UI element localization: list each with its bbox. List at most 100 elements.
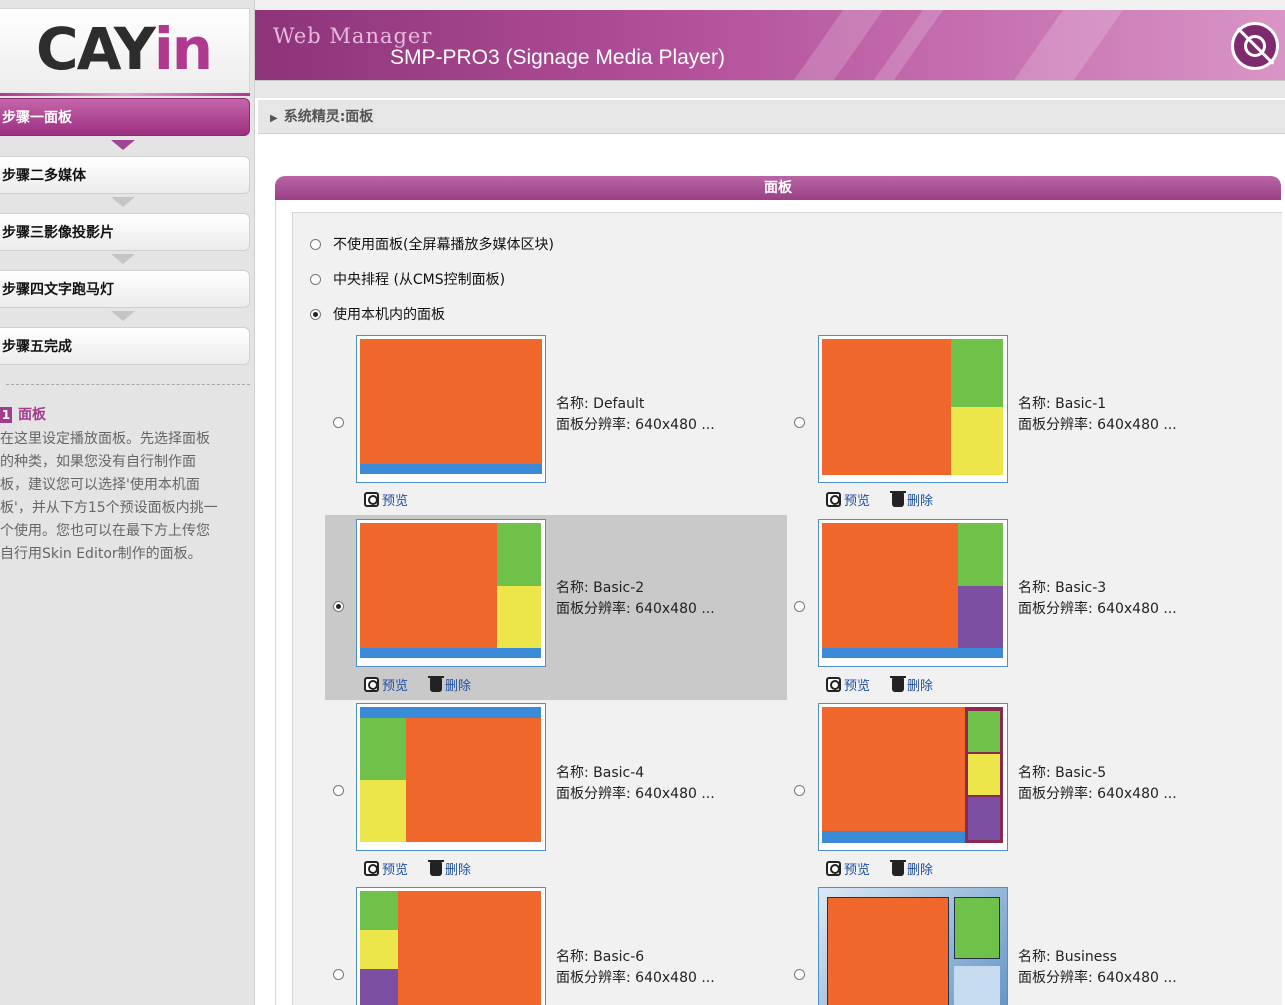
header-banner: Web Manager SMP-PRO3 (Signage Media Play… bbox=[255, 10, 1285, 80]
skin-name: 名称: Basic-5 bbox=[1018, 765, 1107, 781]
skin-radio-basic-4[interactable] bbox=[333, 785, 344, 796]
help-line: 自行用Skin Editor制作的面板。 bbox=[0, 546, 202, 562]
skin-radio-basic-3[interactable] bbox=[794, 601, 805, 612]
skin-name: 名称: Default bbox=[556, 396, 645, 412]
delete-link[interactable]: 删除 bbox=[880, 490, 933, 509]
help-line: 个使用。您也可以在最下方上传您 bbox=[0, 523, 210, 539]
skin-resolution: 面板分辨率: 640x480 ... bbox=[556, 786, 715, 802]
header-top-bar bbox=[255, 0, 1285, 10]
logo-text-accent: in bbox=[153, 15, 213, 83]
preview-icon bbox=[826, 677, 841, 692]
mode-label: 使用本机内的面板 bbox=[333, 307, 445, 323]
delete-link[interactable]: 删除 bbox=[418, 675, 471, 694]
mode-label: 不使用面板(全屏幕播放多媒体区块) bbox=[333, 237, 554, 253]
trash-icon bbox=[428, 675, 444, 692]
help-title: 1 面板 bbox=[0, 404, 46, 424]
preview-icon bbox=[364, 861, 379, 876]
delete-link[interactable]: 删除 bbox=[880, 675, 933, 694]
skin-name: 名称: Business bbox=[1018, 949, 1117, 965]
preview-link[interactable]: 预览 bbox=[826, 490, 870, 509]
skin-thumbnail-basic-3[interactable] bbox=[818, 519, 1008, 667]
skin-thumbnail-basic-1[interactable] bbox=[818, 335, 1008, 483]
preview-link[interactable]: 预览 bbox=[364, 675, 408, 694]
delete-link[interactable]: 删除 bbox=[418, 859, 471, 878]
mode-radio[interactable] bbox=[310, 238, 321, 250]
help-line: 的种类，如果您没有自行制作面 bbox=[0, 454, 196, 470]
preview-link[interactable]: 预览 bbox=[826, 675, 870, 694]
preview-link[interactable]: 预览 bbox=[364, 859, 408, 878]
help-line: 板'，并从下方15个预设面板内挑一 bbox=[0, 500, 218, 516]
step-1-panel[interactable]: 步骤一面板 bbox=[0, 98, 250, 136]
preview-link[interactable]: 预览 bbox=[826, 859, 870, 878]
mode-option-local-skin[interactable]: 使用本机内的面板 bbox=[310, 304, 445, 324]
logo-text-main: CAY bbox=[36, 15, 156, 83]
skin-name: 名称: Basic-1 bbox=[1018, 396, 1107, 412]
skin-thumbnail-basic-2[interactable] bbox=[356, 519, 546, 667]
logo-underline bbox=[0, 93, 250, 96]
header-decoration bbox=[772, 10, 898, 80]
skin-name: 名称: Basic-3 bbox=[1018, 580, 1107, 596]
skin-radio-basic-6[interactable] bbox=[333, 969, 344, 980]
cayin-logo: CAYin bbox=[0, 8, 250, 96]
skin-name: 名称: Basic-4 bbox=[556, 765, 645, 781]
preview-icon bbox=[364, 677, 379, 692]
skin-radio-default[interactable] bbox=[333, 417, 344, 428]
step-arrow-icon bbox=[111, 254, 135, 264]
preview-icon bbox=[826, 492, 841, 507]
preview-icon bbox=[826, 861, 841, 876]
sidebar: CAYin 步骤一面板 步骤二多媒体 步骤三影像投影片 步骤四文字跑马灯 步骤五… bbox=[0, 0, 255, 1005]
step-arrow-icon bbox=[111, 311, 135, 321]
breadcrumb-text: 系统精灵:面板 bbox=[283, 109, 374, 125]
skin-name: 名称: Basic-2 bbox=[556, 580, 645, 596]
skin-thumbnail-default[interactable] bbox=[356, 335, 546, 483]
breadcrumb: ▶ 系统精灵:面板 bbox=[258, 100, 1285, 134]
trash-icon bbox=[890, 859, 906, 876]
help-line: 板，建议您可以选择'使用本机面 bbox=[0, 477, 200, 493]
step-3-slideshow[interactable]: 步骤三影像投影片 bbox=[0, 213, 250, 251]
preview-link[interactable]: 预览 bbox=[364, 490, 408, 509]
step-2-media[interactable]: 步骤二多媒体 bbox=[0, 156, 250, 194]
skin-resolution: 面板分辨率: 640x480 ... bbox=[556, 601, 715, 617]
mode-radio[interactable] bbox=[310, 273, 321, 285]
trash-icon bbox=[890, 490, 906, 507]
help-line: 在这里设定播放面板。先选择面板 bbox=[0, 431, 210, 447]
app-title: Web Manager bbox=[273, 24, 433, 48]
skin-resolution: 面板分辨率: 640x480 ... bbox=[556, 417, 715, 433]
mode-label: 中央排程 (从CMS控制面板) bbox=[333, 272, 506, 288]
device-name: SMP-PRO3 (Signage Media Player) bbox=[390, 46, 725, 69]
step-5-finish[interactable]: 步骤五完成 bbox=[0, 327, 250, 365]
step-4-ticker[interactable]: 步骤四文字跑马灯 bbox=[0, 270, 250, 308]
skin-radio-basic-5[interactable] bbox=[794, 785, 805, 796]
help-title-text: 面板 bbox=[18, 407, 46, 423]
skin-resolution: 面板分辨率: 640x480 ... bbox=[1018, 601, 1177, 617]
skin-radio-basic-2[interactable] bbox=[333, 601, 344, 612]
skin-radio-basic-1[interactable] bbox=[794, 417, 805, 428]
mode-radio[interactable] bbox=[310, 308, 321, 320]
skin-resolution: 面板分辨率: 640x480 ... bbox=[1018, 970, 1177, 986]
skin-thumbnail-basic-6[interactable] bbox=[356, 887, 546, 1005]
trash-icon bbox=[890, 675, 906, 692]
help-number: 1 bbox=[0, 407, 12, 423]
step-arrow-icon bbox=[111, 140, 135, 150]
logout-icon[interactable] bbox=[1231, 22, 1279, 70]
skin-thumbnail-business[interactable] bbox=[818, 887, 1008, 1005]
mode-option-no-skin[interactable]: 不使用面板(全屏幕播放多媒体区块) bbox=[310, 234, 554, 254]
help-text: 在这里设定播放面板。先选择面板 的种类，如果您没有自行制作面 板，建议您可以选择… bbox=[0, 428, 245, 566]
skin-thumbnail-basic-5[interactable] bbox=[818, 703, 1008, 851]
header-bottom-bar bbox=[255, 80, 1285, 98]
skin-resolution: 面板分辨率: 640x480 ... bbox=[1018, 786, 1177, 802]
header-decoration bbox=[992, 10, 1138, 80]
skin-resolution: 面板分辨率: 640x480 ... bbox=[1018, 417, 1177, 433]
step-arrow-icon bbox=[111, 197, 135, 207]
skin-name: 名称: Basic-6 bbox=[556, 949, 645, 965]
skin-thumbnail-basic-4[interactable] bbox=[356, 703, 546, 851]
sidebar-divider bbox=[6, 384, 250, 385]
preview-icon bbox=[364, 492, 379, 507]
mode-option-cms[interactable]: 中央排程 (从CMS控制面板) bbox=[310, 269, 505, 289]
breadcrumb-arrow-icon: ▶ bbox=[270, 113, 278, 124]
delete-link[interactable]: 删除 bbox=[880, 859, 933, 878]
skin-radio-business[interactable] bbox=[794, 969, 805, 980]
trash-icon bbox=[428, 859, 444, 876]
skin-resolution: 面板分辨率: 640x480 ... bbox=[556, 970, 715, 986]
panel-title: 面板 bbox=[275, 176, 1281, 200]
